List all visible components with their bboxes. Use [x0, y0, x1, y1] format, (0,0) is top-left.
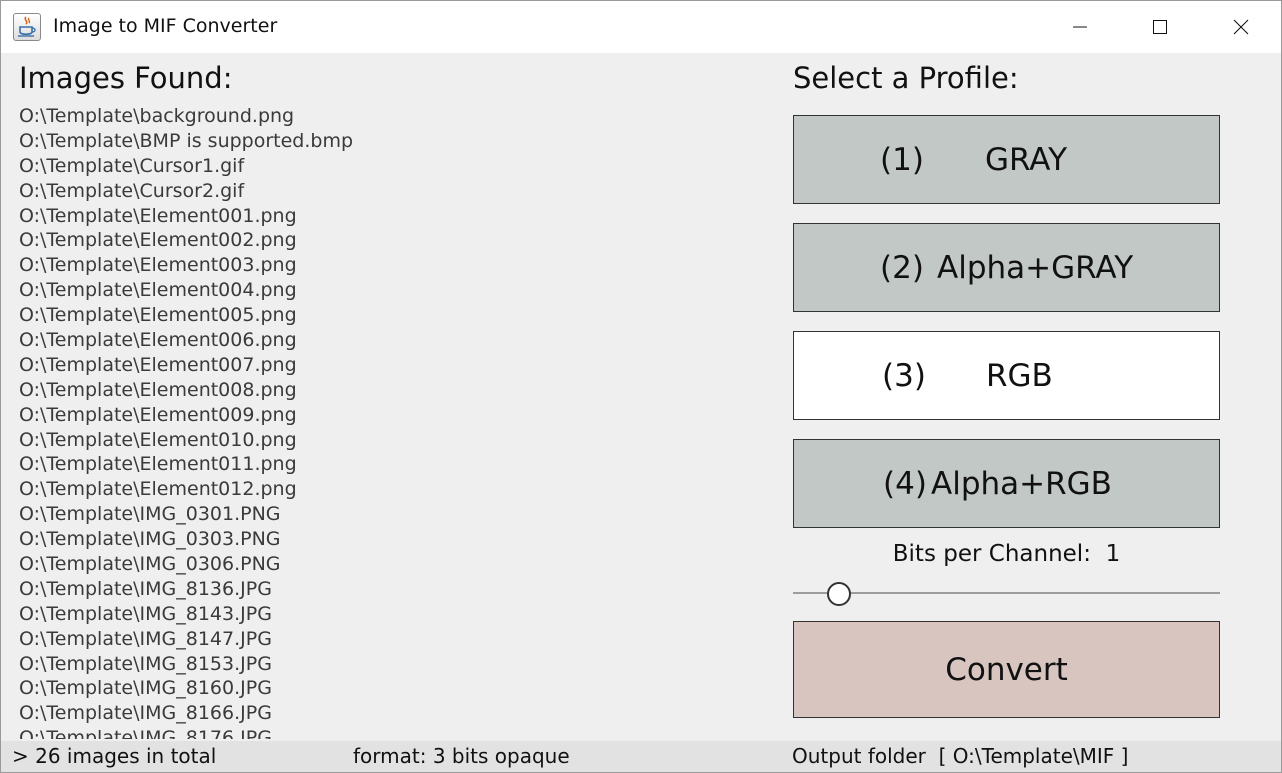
images-found-heading: Images Found:	[19, 61, 233, 95]
image-file-item: O:\Template\Element005.png	[19, 304, 297, 327]
window-title: Image to MIF Converter	[53, 15, 278, 37]
bits-value: 1	[1105, 541, 1121, 567]
image-file-item: O:\Template\IMG_0301.PNG	[19, 503, 281, 526]
image-file-item: O:\Template\IMG_8166.JPG	[19, 702, 272, 725]
profile-button-alpha-gray[interactable]: (2) Alpha+GRAY	[793, 223, 1220, 312]
image-file-item: O:\Template\IMG_8176.JPG	[19, 727, 272, 739]
image-file-item: O:\Template\Element009.png	[19, 403, 297, 426]
image-file-item: O:\Template\background.png	[19, 105, 295, 127]
image-file-item: O:\Template\Element002.png	[19, 229, 297, 252]
image-file-item: O:\Template\IMG_0306.PNG	[19, 553, 281, 576]
profile-number: (4)	[883, 466, 927, 502]
profile-name: GRAY	[985, 142, 1068, 178]
profile-button-alpha-rgb[interactable]: (4) Alpha+RGB	[793, 439, 1220, 528]
profile-name: Alpha+GRAY	[937, 250, 1134, 286]
profile-number: (3)	[882, 358, 926, 394]
bits-per-channel-slider[interactable]	[793, 579, 1220, 607]
slider-track[interactable]	[793, 592, 1220, 594]
image-file-item: O:\Template\BMP is supported.bmp	[19, 129, 354, 152]
image-file-item: O:\Template\Element012.png	[19, 478, 297, 501]
image-file-item: O:\Template\Element004.png	[19, 279, 297, 302]
profile-number: (2)	[880, 250, 924, 286]
app-window: Image to MIF Converter Images Found: O:\…	[0, 0, 1282, 773]
minimize-button[interactable]	[1040, 1, 1120, 53]
bits-label-text: Bits per Channel:	[892, 541, 1091, 567]
close-icon	[1233, 19, 1249, 35]
image-file-item: O:\Template\IMG_0303.PNG	[19, 528, 281, 551]
select-profile-heading: Select a Profile:	[793, 61, 1019, 95]
image-file-item: O:\Template\IMG_8160.JPG	[19, 677, 272, 700]
image-file-item: O:\Template\IMG_8136.JPG	[19, 577, 272, 600]
minimize-icon	[1073, 26, 1087, 28]
image-file-item: O:\Template\Element003.png	[19, 254, 297, 277]
image-file-item: O:\Template\IMG_8147.JPG	[19, 627, 272, 650]
image-file-item: O:\Template\Element010.png	[19, 428, 297, 451]
convert-button[interactable]: Convert	[793, 621, 1220, 718]
image-file-item: O:\Template\IMG_8153.JPG	[19, 652, 272, 675]
close-button[interactable]	[1201, 1, 1281, 53]
slider-thumb[interactable]	[827, 582, 851, 606]
bits-per-channel-label: Bits per Channel: 1	[793, 541, 1220, 567]
maximize-button[interactable]	[1120, 1, 1200, 53]
image-file-item: O:\Template\Cursor2.gif	[19, 179, 245, 202]
image-count-status: > 26 images in total	[12, 744, 217, 768]
image-file-item: O:\Template\Element007.png	[19, 353, 297, 376]
profile-name: Alpha+RGB	[931, 466, 1112, 502]
format-status: format: 3 bits opaque	[353, 744, 570, 768]
image-file-item: O:\Template\Cursor1.gif	[19, 154, 245, 177]
image-file-item: O:\Template\Element006.png	[19, 329, 297, 352]
profile-button-gray[interactable]: (1) GRAY	[793, 115, 1220, 204]
title-bar[interactable]: Image to MIF Converter	[1, 1, 1281, 53]
java-cup-icon	[13, 13, 41, 41]
image-file-item: O:\Template\Element008.png	[19, 378, 297, 401]
maximize-icon	[1153, 20, 1167, 34]
profile-number: (1)	[880, 142, 924, 178]
profile-name: RGB	[986, 358, 1053, 394]
profile-button-rgb[interactable]: (3) RGB	[793, 331, 1220, 420]
image-file-item: O:\Template\Element001.png	[19, 204, 297, 227]
status-bar: > 26 images in total format: 3 bits opaq…	[1, 741, 1281, 772]
image-file-list[interactable]: O:\Template\background.png O:\Template\BM…	[19, 104, 759, 739]
image-file-item: O:\Template\Element011.png	[19, 453, 297, 476]
image-file-item: O:\Template\IMG_8143.JPG	[19, 602, 272, 625]
output-folder-status: Output folder [ O:\Template\MIF ]	[792, 744, 1129, 768]
